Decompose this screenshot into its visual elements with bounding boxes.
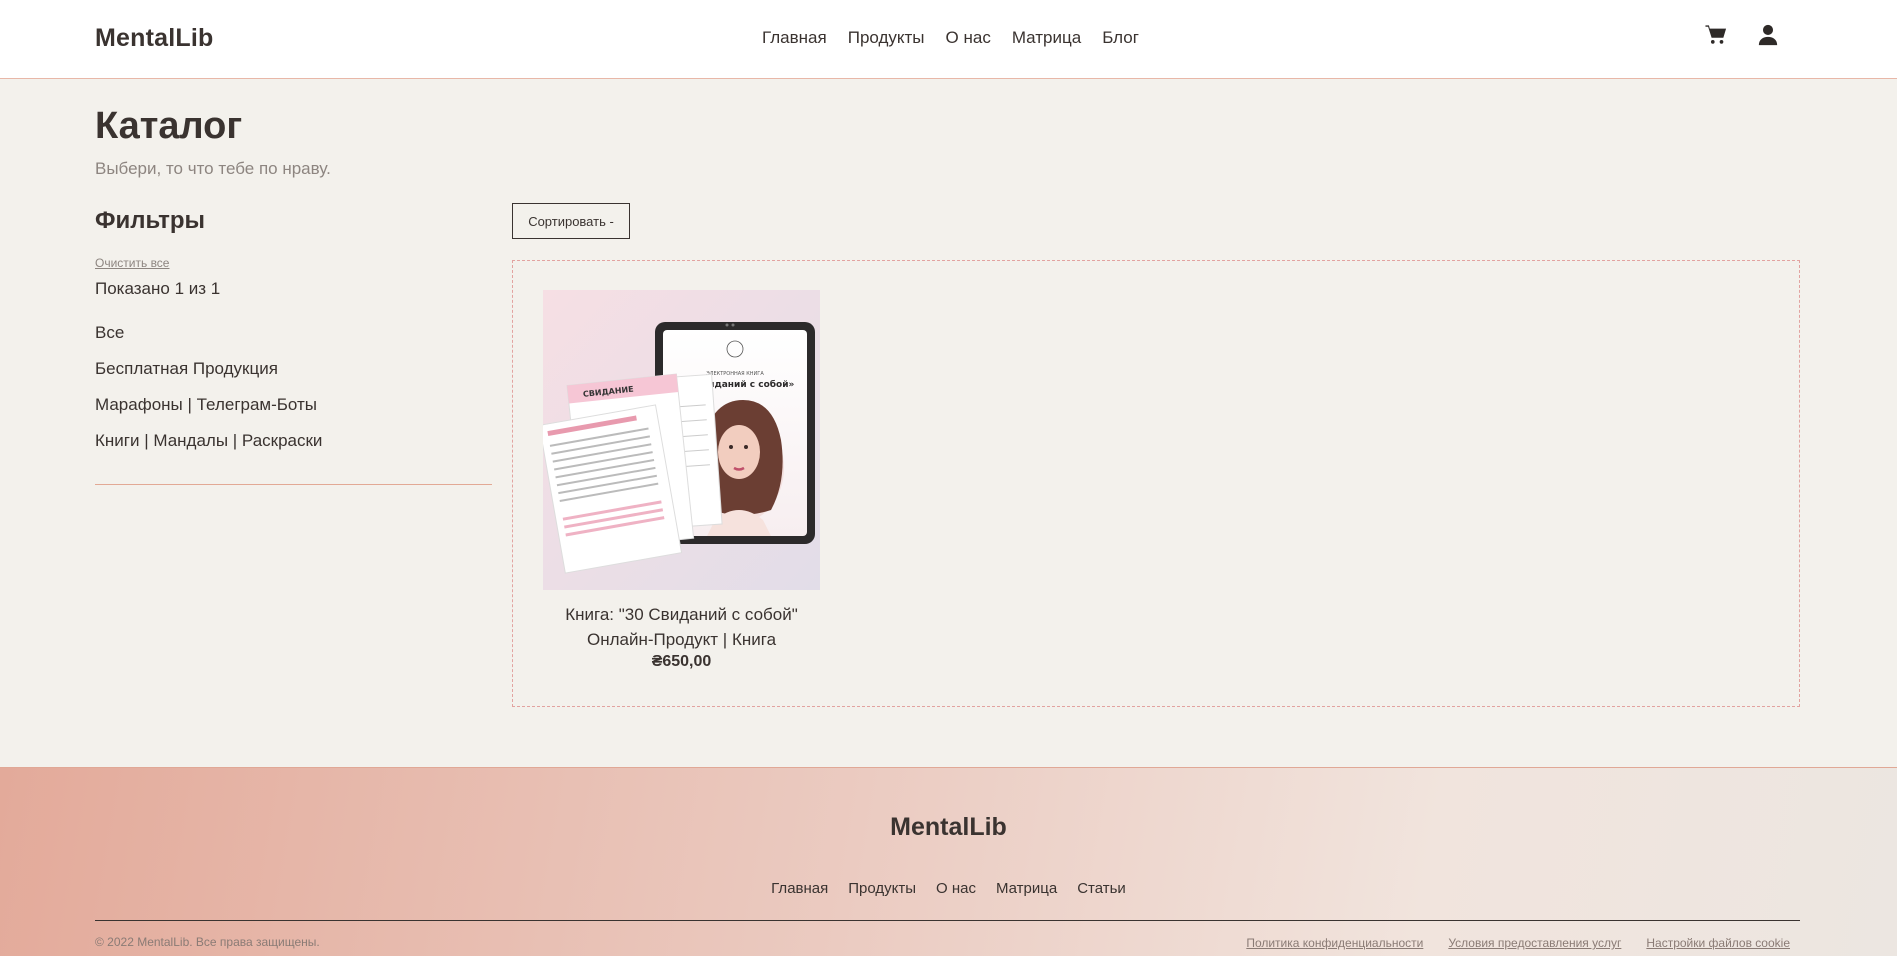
page-subtitle: Выбери, то что тебе по нраву. [95, 159, 331, 178]
product-card[interactable]: ЭЛЕКТРОННАЯ КНИГА «30 свиданий с собой» … [543, 290, 820, 671]
site-footer: MentalLib Главная Продукты О нас Матрица… [0, 767, 1897, 956]
book-cover-illustration: ЭЛЕКТРОННАЯ КНИГА «30 свиданий с собой» … [543, 290, 820, 590]
category-free[interactable]: Бесплатная Продукция [95, 359, 322, 379]
catalog-main: Каталог Выбери, то что тебе по нраву. Фи… [0, 79, 1897, 767]
page-title: Каталог [95, 105, 243, 147]
footer-nav-products[interactable]: Продукты [848, 880, 916, 897]
header-actions [1705, 24, 1779, 46]
product-title-line2: Онлайн-Продукт | Книга [586, 630, 777, 649]
footer-divider [95, 920, 1800, 921]
site-header: MentalLib Главная Продукты О нас Матрица… [0, 0, 1897, 79]
user-icon[interactable] [1757, 24, 1779, 46]
product-title-line1: Книга: "30 Свиданий с собой" [565, 605, 798, 624]
footer-logo[interactable]: MentalLib [0, 813, 1897, 842]
cart-icon[interactable] [1705, 24, 1727, 46]
footer-nav: Главная Продукты О нас Матрица Статьи [0, 880, 1897, 897]
nav-item-home[interactable]: Главная [762, 28, 827, 48]
product-title[interactable]: Книга: "30 Свиданий с собой" Онлайн-Прод… [543, 602, 820, 652]
main-nav: Главная Продукты О нас Матрица Блог [762, 28, 1139, 48]
nav-item-about[interactable]: О нас [946, 28, 991, 48]
clear-all-link[interactable]: Очистить все [95, 256, 169, 270]
cookie-settings-link[interactable]: Настройки файлов cookie [1646, 936, 1790, 950]
product-image[interactable]: ЭЛЕКТРОННАЯ КНИГА «30 свиданий с собой» … [543, 290, 820, 590]
tablet-small-label: ЭЛЕКТРОННАЯ КНИГА [706, 371, 764, 377]
nav-item-matrix[interactable]: Матрица [1012, 28, 1081, 48]
footer-nav-matrix[interactable]: Матрица [996, 880, 1057, 897]
category-all[interactable]: Все [95, 323, 322, 343]
nav-item-blog[interactable]: Блог [1102, 28, 1139, 48]
filters-title: Фильтры [95, 207, 206, 234]
footer-nav-about[interactable]: О нас [936, 880, 976, 897]
site-logo[interactable]: MentalLib [95, 24, 213, 53]
privacy-policy-link[interactable]: Политика конфиденциальности [1246, 936, 1423, 950]
sort-button[interactable]: Сортировать - [512, 203, 630, 239]
category-books[interactable]: Книги | Мандалы | Раскраски [95, 431, 322, 451]
nav-item-products[interactable]: Продукты [848, 28, 925, 48]
footer-legal-links: Политика конфиденциальности Условия пред… [1246, 936, 1790, 950]
copyright: © 2022 MentalLib. Все права защищены. [95, 935, 320, 949]
footer-nav-home[interactable]: Главная [771, 880, 828, 897]
results-count: Показано 1 из 1 [95, 279, 221, 298]
filter-divider [95, 484, 492, 485]
category-marathons[interactable]: Марафоны | Телеграм-Боты [95, 395, 322, 415]
category-filter-list: Все Бесплатная Продукция Марафоны | Теле… [95, 323, 322, 451]
product-price: ₴650,00 [651, 653, 712, 670]
terms-of-service-link[interactable]: Условия предоставления услуг [1448, 936, 1621, 950]
footer-nav-articles[interactable]: Статьи [1077, 880, 1126, 897]
